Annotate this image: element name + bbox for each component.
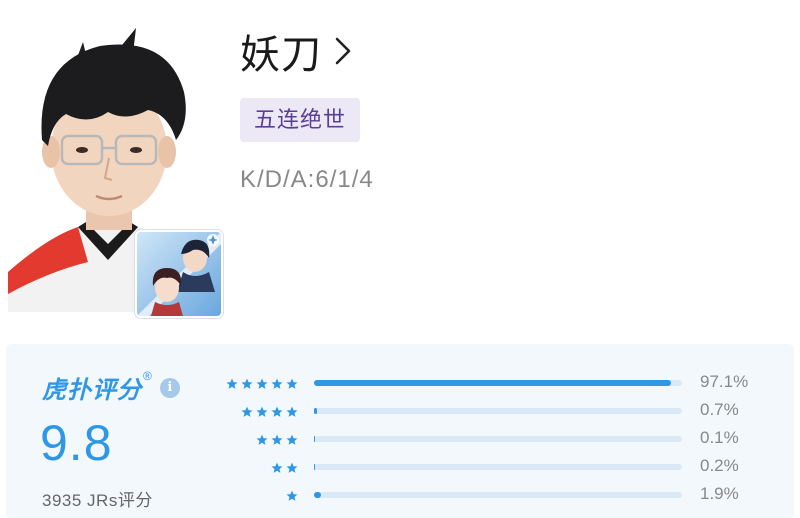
rating-bar-fill bbox=[314, 408, 317, 414]
star-group bbox=[286, 486, 298, 506]
achievement-tag: 五连绝世 bbox=[240, 98, 361, 142]
player-name: 妖刀 bbox=[240, 33, 322, 77]
rating-percent: 0.1% bbox=[700, 428, 739, 447]
star-icon bbox=[271, 406, 283, 417]
player-name-link[interactable]: 妖刀 bbox=[240, 22, 352, 80]
star-icon bbox=[271, 462, 283, 473]
rating-row-2-star: 0.2% bbox=[6, 456, 794, 478]
star-group bbox=[226, 374, 298, 394]
star-group bbox=[271, 458, 298, 478]
rating-percent: 1.9% bbox=[700, 484, 739, 503]
star-icon bbox=[256, 434, 268, 445]
rating-row-3-star: 0.1% bbox=[6, 428, 794, 450]
kda-stat: K/D/A:6/1/4 bbox=[240, 166, 374, 193]
star-icon bbox=[241, 378, 253, 389]
rating-bar-fill bbox=[314, 492, 321, 498]
star-icon bbox=[271, 378, 283, 389]
rating-bar-fill bbox=[314, 464, 315, 470]
star-icon bbox=[241, 406, 253, 417]
star-icon bbox=[256, 378, 268, 389]
rating-bar-track bbox=[314, 492, 682, 498]
rating-row-4-star: 0.7% bbox=[6, 400, 794, 422]
rating-row-5-star: 97.1% bbox=[6, 372, 794, 394]
rating-bar-track bbox=[314, 380, 682, 386]
rating-bar-track bbox=[314, 408, 682, 414]
star-group bbox=[256, 430, 298, 450]
star-icon bbox=[286, 490, 298, 501]
star-icon bbox=[286, 406, 298, 417]
rating-bar-track bbox=[314, 436, 682, 442]
rating-panel: 虎扑评分 ® i 9.8 3935 JRs评分 97.1% 0.7% 0.1% 0.2… bbox=[6, 344, 794, 518]
rating-bar-fill bbox=[314, 380, 672, 386]
star-icon bbox=[286, 462, 298, 473]
star-icon bbox=[256, 406, 268, 417]
rating-percent: 0.2% bbox=[700, 456, 739, 475]
rating-bar-track bbox=[314, 464, 682, 470]
star-group bbox=[241, 402, 298, 422]
star-icon bbox=[271, 434, 283, 445]
rating-percent: 97.1% bbox=[700, 372, 749, 391]
chevron-right-icon bbox=[335, 37, 351, 65]
star-icon bbox=[226, 378, 238, 389]
hero-avatar bbox=[135, 230, 223, 318]
star-icon bbox=[286, 378, 298, 389]
rating-row-1-star: 1.9% bbox=[6, 484, 794, 506]
rating-percent: 0.7% bbox=[700, 400, 739, 419]
star-icon bbox=[286, 434, 298, 445]
